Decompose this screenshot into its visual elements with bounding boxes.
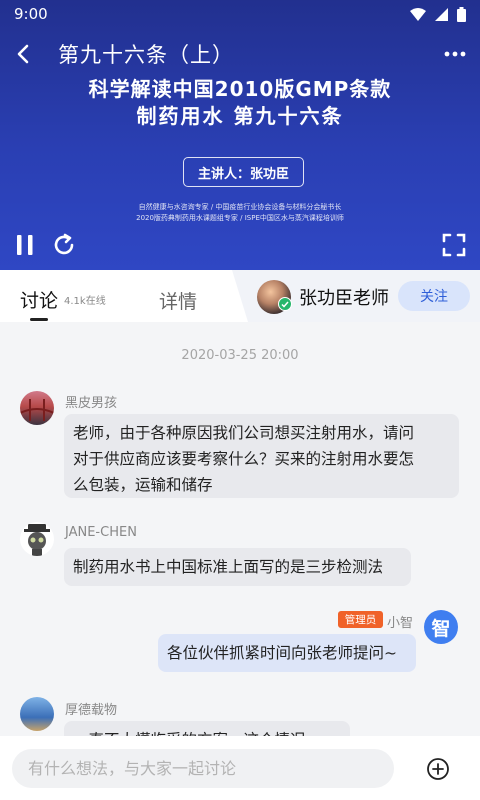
signal-icon: [435, 7, 448, 21]
add-button[interactable]: [425, 756, 451, 782]
speaker-label: 主讲人：张功臣: [183, 157, 304, 187]
bridge-avatar-icon: [20, 399, 54, 421]
fullscreen-icon: [442, 233, 466, 257]
message-line: 各位伙伴抓紧时间向张老师提问~: [167, 644, 397, 662]
tab-bar: 讨论 4.1k在线 详情 张功臣老师 关注: [0, 270, 480, 322]
plus-circle-icon: [427, 758, 449, 780]
admin-avatar[interactable]: 智: [424, 610, 458, 644]
video-topbar: 第九十六条（上）: [0, 36, 480, 72]
comment-bar: [0, 736, 480, 800]
admin-badge: 管理员: [338, 611, 383, 628]
chat-timestamp: 2020-03-25 20:00: [181, 348, 299, 363]
teacher-name: 张功臣老师: [299, 288, 389, 309]
check-icon: [281, 301, 289, 308]
more-dots-icon: [444, 51, 466, 57]
more-button[interactable]: [430, 36, 480, 72]
battery-icon: [457, 6, 466, 22]
message-username: 黑皮男孩: [65, 396, 118, 411]
message-bubble: 老师，由于各种原因我们公司想买注射用水，请问 对于供应商应该要考察什么？买来的注…: [64, 414, 459, 498]
refresh-icon: [54, 233, 74, 255]
pause-button[interactable]: [11, 231, 39, 259]
avatar[interactable]: [20, 522, 54, 556]
robot-avatar-icon: [24, 524, 50, 556]
online-count: 4.1k在线: [64, 296, 106, 307]
slide-title-line1: 科学解读中国2010版GMP条款: [88, 77, 392, 101]
message-line: 制药用水书上中国标准上面写的是三步检测法: [73, 558, 384, 576]
message-username: 厚德载物: [65, 703, 118, 718]
follow-button[interactable]: 关注: [398, 281, 470, 311]
refresh-button[interactable]: [50, 231, 78, 259]
wifi-icon: [410, 7, 426, 21]
slide-subtitle-line1: 自然健康与水咨询专家 / 中国疫苗行业协会设备与材料分会秘书长: [138, 203, 342, 211]
fullscreen-button[interactable]: [440, 231, 468, 259]
message-username: 小智: [387, 616, 414, 631]
verified-badge: [278, 297, 292, 311]
slide-title-line2: 制药用水 第九十六条: [136, 104, 344, 128]
active-tab-indicator: [30, 318, 48, 321]
pause-icon: [17, 235, 33, 255]
tab-discuss[interactable]: 讨论: [20, 286, 58, 313]
back-arrow-icon: [17, 44, 29, 64]
status-bar: 9:00: [0, 0, 480, 28]
message-line: 老师，由于各种原因我们公司想买注射用水，请问: [73, 424, 415, 442]
video-player[interactable]: 9:00 第九十六条（上） 科学解读中国2010版GMP条款 制药用水 第九十六…: [0, 0, 480, 270]
message-line: 对于供应商应该要考察什么？买来的注射用水要怎: [73, 450, 415, 468]
slide-subtitle-line2: 2020版药典制药用水课题组专家 / ISPE中国区水与蒸汽课程培训师: [136, 214, 344, 222]
message-line: 么包装，运输和储存: [73, 476, 213, 494]
message-bubble: 制药用水书上中国标准上面写的是三步检测法: [64, 548, 411, 586]
tab-detail[interactable]: 详情: [159, 287, 197, 314]
status-icons: [410, 6, 466, 22]
comment-input[interactable]: [12, 749, 394, 788]
message-username: JANE-CHEN: [65, 525, 137, 540]
video-title: 第九十六条（上）: [58, 43, 234, 67]
message-bubble: 各位伙伴抓紧时间向张老师提问~: [158, 634, 416, 672]
back-button[interactable]: [0, 36, 46, 72]
avatar[interactable]: [20, 391, 54, 425]
status-time: 9:00: [14, 5, 48, 23]
avatar[interactable]: [20, 697, 54, 731]
